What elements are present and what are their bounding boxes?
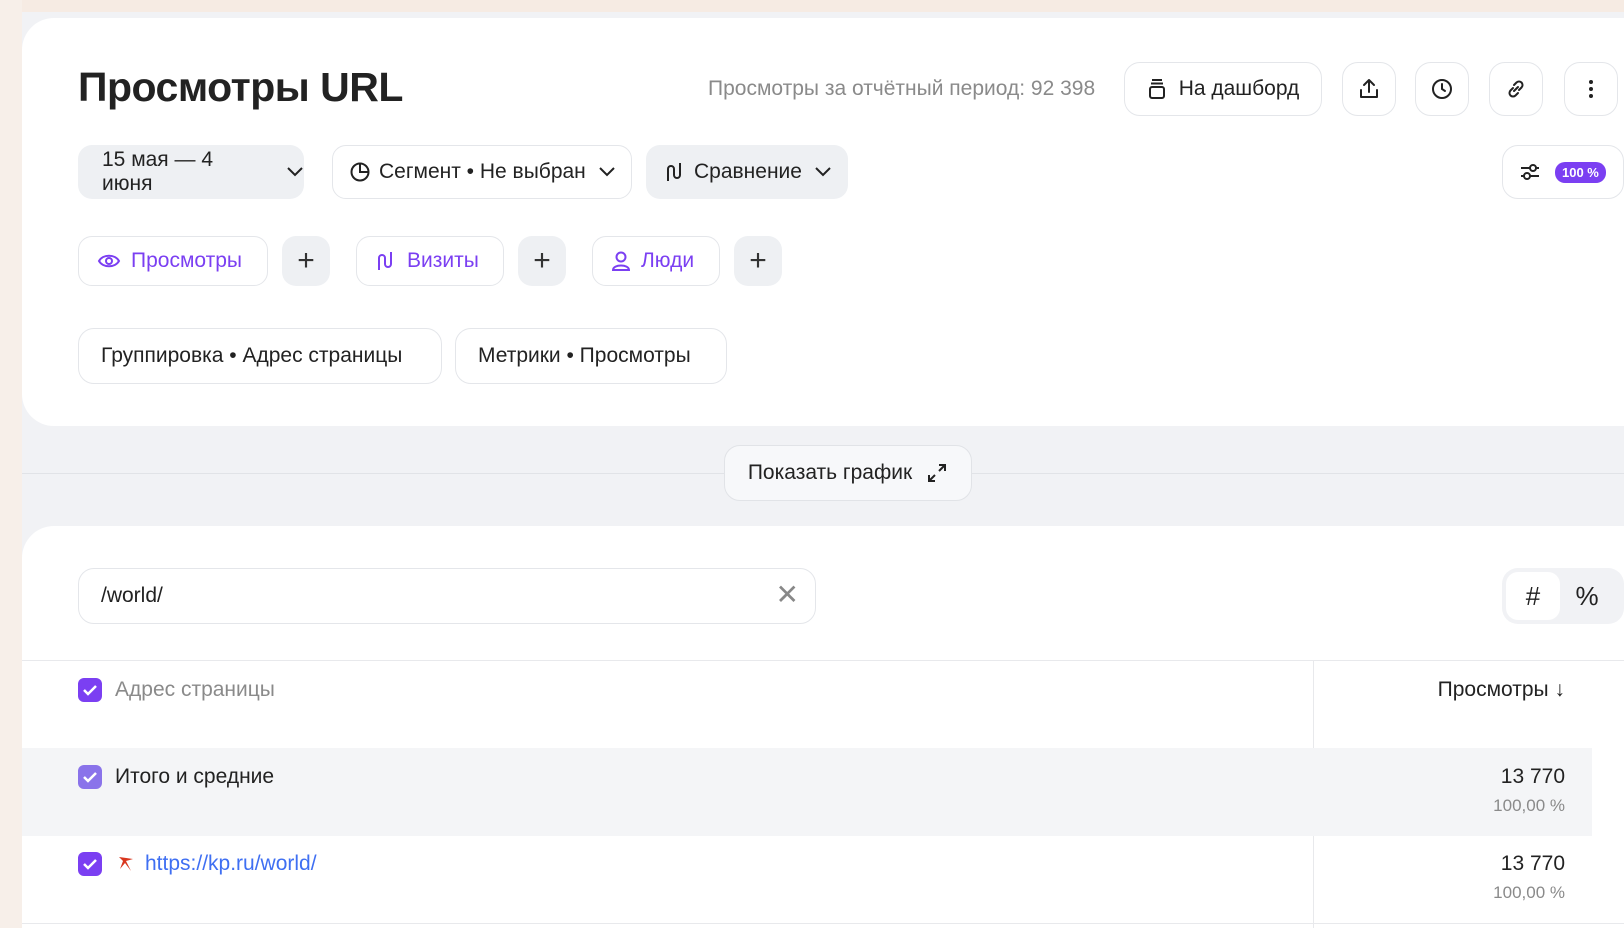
eye-icon — [97, 254, 121, 268]
table-search-input[interactable]: /world/ ✕ — [78, 568, 816, 624]
grouping-button[interactable]: Группировка • Адрес страницы — [78, 328, 442, 384]
copy-link-button[interactable] — [1489, 62, 1543, 116]
person-icon — [611, 251, 631, 271]
add-to-dashboard-label: На дашборд — [1178, 77, 1300, 100]
select-all-checkbox[interactable] — [78, 678, 102, 702]
show-chart-label: Показать график — [747, 461, 913, 484]
row-divider — [22, 923, 1624, 924]
report-settings-button[interactable]: 100 % — [1502, 145, 1624, 199]
comparison-icon — [667, 163, 681, 181]
plus-icon: + — [297, 244, 315, 277]
more-icon — [1589, 80, 1593, 98]
row-url-link[interactable]: https://kp.ru/world/ — [145, 852, 317, 876]
column-header-dimension[interactable]: Адрес страницы — [115, 678, 275, 702]
metric-chip-views[interactable]: Просмотры — [78, 236, 268, 286]
segment-picker[interactable]: Сегмент • Не выбран — [332, 145, 632, 199]
add-visits-metric-button[interactable]: + — [518, 236, 566, 286]
expand-icon — [928, 464, 947, 482]
close-icon[interactable]: ✕ — [776, 581, 799, 609]
metric-chip-visits[interactable]: Визиты — [356, 236, 504, 286]
row-checkbox[interactable] — [78, 852, 102, 876]
window-left-strip — [0, 0, 22, 928]
value-mode-toggle: # % — [1502, 568, 1624, 624]
table-row — [22, 748, 1592, 836]
export-button[interactable] — [1342, 62, 1396, 116]
add-to-dashboard-button[interactable]: На дашборд — [1124, 62, 1322, 116]
row-views-value: 13 770 — [1500, 852, 1565, 875]
dashboard-icon — [1148, 79, 1165, 99]
metrics-button[interactable]: Метрики • Просмотры — [455, 328, 727, 384]
search-value: /world/ — [101, 584, 163, 607]
chevron-down-icon — [286, 160, 304, 184]
metric-chip-people[interactable]: Люди — [592, 236, 720, 286]
history-button[interactable] — [1415, 62, 1469, 116]
grouping-label: Группировка • Адрес страницы — [101, 344, 403, 367]
plus-icon: + — [533, 244, 551, 277]
period-total: Просмотры за отчётный период: 92 398 — [708, 77, 1096, 100]
total-views-value: 13 770 — [1500, 765, 1565, 788]
total-views-percent: 100,00 % — [1493, 796, 1565, 815]
metric-chip-label: Визиты — [407, 249, 479, 272]
show-chart-button[interactable]: Показать график — [724, 445, 972, 501]
percent-mode-button[interactable]: % — [1560, 572, 1614, 620]
check-icon — [83, 859, 97, 870]
row-views-percent: 100,00 % — [1493, 883, 1565, 902]
export-icon — [1360, 79, 1378, 98]
date-range-picker[interactable]: 15 мая — 4 июня — [78, 145, 304, 199]
pie-chart-icon — [350, 162, 370, 182]
segment-label: Сегмент • Не выбран — [379, 160, 586, 183]
window-top-strip — [0, 0, 1624, 12]
metric-chip-label: Просмотры — [131, 249, 242, 272]
sampling-badge: 100 % — [1555, 161, 1606, 183]
comparison-picker[interactable]: Сравнение — [646, 145, 848, 199]
check-icon — [83, 685, 97, 696]
column-header-views[interactable]: Просмотры ↓ — [1438, 678, 1565, 702]
add-people-metric-button[interactable]: + — [734, 236, 782, 286]
total-row-checkbox[interactable] — [78, 765, 102, 789]
date-range-label: 15 мая — 4 июня — [102, 148, 214, 195]
page-title: Просмотры URL — [78, 64, 403, 110]
absolute-mode-button[interactable]: # — [1506, 572, 1560, 620]
site-favicon-icon — [119, 857, 133, 871]
check-icon — [83, 772, 97, 783]
more-options-button[interactable] — [1564, 62, 1618, 116]
table-header-divider — [22, 660, 1624, 661]
visits-icon — [378, 252, 392, 270]
metrics-label: Метрики • Просмотры — [478, 344, 691, 367]
metric-chip-label: Люди — [641, 249, 695, 272]
chevron-down-icon — [814, 160, 832, 184]
settings-sliders-icon — [1521, 164, 1539, 180]
comparison-label: Сравнение — [694, 160, 802, 183]
history-icon — [1432, 79, 1452, 99]
chevron-down-icon — [598, 160, 616, 184]
plus-icon: + — [749, 244, 767, 277]
total-row-label: Итого и средние — [115, 765, 275, 788]
link-icon — [1508, 80, 1524, 98]
add-views-metric-button[interactable]: + — [282, 236, 330, 286]
